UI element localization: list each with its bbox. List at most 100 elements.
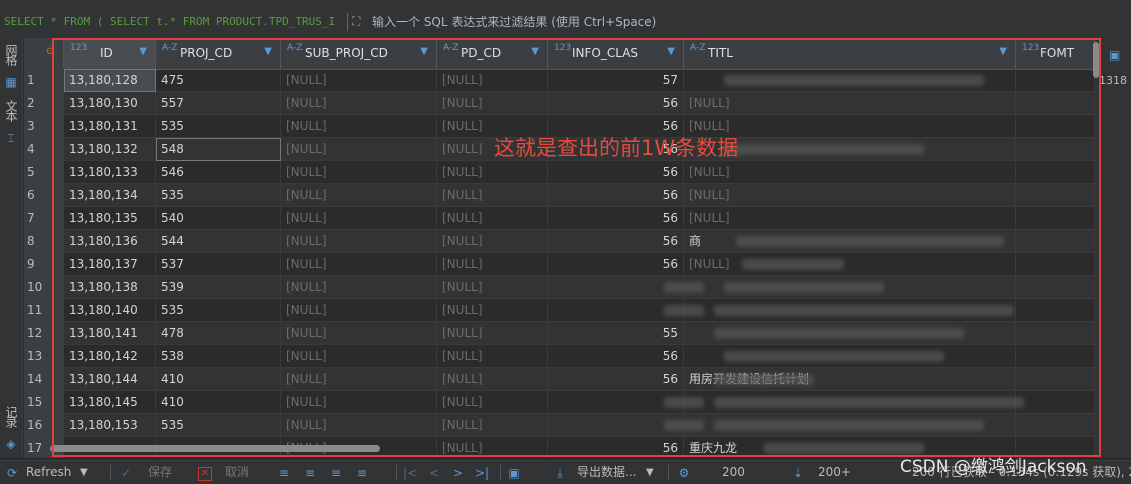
- cell-sub[interactable]: [NULL]: [281, 253, 437, 276]
- table-row[interactable]: 1413,180,144410[NULL][NULL]56用房开发建设信托计划: [24, 368, 1095, 391]
- cell-info[interactable]: 56: [548, 92, 684, 115]
- export-button[interactable]: 导出数据...: [577, 461, 636, 484]
- fetch-next-icon[interactable]: ⇣: [790, 465, 806, 481]
- first-page-icon[interactable]: |<: [402, 465, 418, 481]
- cell-proj[interactable]: 410: [156, 391, 281, 414]
- table-row[interactable]: 8 13,180,136 544 [NULL] [NULL] 56 商: [24, 230, 1095, 253]
- grid-icon[interactable]: ▦: [3, 74, 19, 90]
- copy-row-icon[interactable]: ≡: [328, 465, 344, 481]
- sort-icon[interactable]: ▼: [667, 46, 675, 57]
- add-row-icon[interactable]: ≡: [302, 465, 318, 481]
- cell-id[interactable]: 13,180,145: [64, 391, 156, 414]
- cell-sub[interactable]: [NULL]: [281, 368, 437, 391]
- table-row[interactable]: 13 13,180,142 538 [NULL] [NULL] 56: [24, 345, 1095, 368]
- cell-fomt[interactable]: [1016, 414, 1095, 437]
- cell-sub[interactable]: [NULL]: [281, 345, 437, 368]
- cell-sub[interactable]: [NULL]: [281, 299, 437, 322]
- cell-fomt[interactable]: [1016, 253, 1095, 276]
- cell-pd[interactable]: [NULL]: [437, 92, 548, 115]
- tab-grid[interactable]: 网格: [2, 44, 20, 64]
- cell-id[interactable]: 13,180,128: [64, 69, 156, 92]
- filter-expand-icon[interactable]: ⛶: [352, 13, 368, 29]
- cell-titl[interactable]: [NULL]: [684, 207, 1016, 230]
- cell-fomt[interactable]: [1016, 207, 1095, 230]
- cell-pd[interactable]: [NULL]: [437, 184, 548, 207]
- record-icon[interactable]: ◈: [3, 436, 19, 452]
- delete-row-icon[interactable]: ≡: [354, 465, 370, 481]
- cell-pd[interactable]: [NULL]: [437, 345, 548, 368]
- column-header-fomt[interactable]: 123 FOMT: [1016, 38, 1095, 69]
- sql-query-field[interactable]: SELECT * FROM ( SELECT t.* FROM PRODUCT.…: [4, 12, 344, 32]
- cell-proj[interactable]: 535: [156, 299, 281, 322]
- cell-id[interactable]: 13,180,137: [64, 253, 156, 276]
- sort-icon[interactable]: ▼: [264, 46, 272, 57]
- last-page-icon[interactable]: >|: [474, 465, 490, 481]
- table-row[interactable]: 6 13,180,134 535 [NULL] [NULL] 56 [NULL]: [24, 184, 1095, 207]
- cell-proj[interactable]: 538: [156, 345, 281, 368]
- tab-text[interactable]: 文本: [2, 100, 20, 120]
- cell-pd[interactable]: [NULL]: [437, 161, 548, 184]
- column-header-sub-proj-cd[interactable]: A-Z SUB_PROJ_CD ▼: [281, 38, 437, 69]
- settings-icon[interactable]: ⚙: [676, 465, 692, 481]
- cell-pd[interactable]: [NULL]: [437, 414, 548, 437]
- cell-proj[interactable]: 535: [156, 115, 281, 138]
- cell-proj[interactable]: 548: [156, 138, 281, 161]
- cell-titl[interactable]: [NULL]: [684, 161, 1016, 184]
- row-number[interactable]: 1: [24, 69, 64, 92]
- cell-id[interactable]: 13,180,135: [64, 207, 156, 230]
- cell-id[interactable]: 13,180,153: [64, 414, 156, 437]
- sort-icon[interactable]: ▼: [420, 46, 428, 57]
- cell-id[interactable]: 13,180,140: [64, 299, 156, 322]
- cell-info[interactable]: 56: [548, 437, 684, 458]
- cell-id[interactable]: 13,180,141: [64, 322, 156, 345]
- column-header-info-clas[interactable]: 123 INFO_CLAS ▼: [548, 38, 684, 69]
- table-row[interactable]: 12 13,180,141 478 [NULL] [NULL] 55: [24, 322, 1095, 345]
- cell-proj[interactable]: 544: [156, 230, 281, 253]
- sort-icon[interactable]: ▼: [139, 46, 147, 57]
- cancel-button[interactable]: 取消: [225, 461, 249, 484]
- cell-sub[interactable]: [NULL]: [281, 184, 437, 207]
- cell-pd[interactable]: [NULL]: [437, 230, 548, 253]
- column-header-id[interactable]: 123 ID ▼: [64, 38, 156, 69]
- cell-fomt[interactable]: [1016, 184, 1095, 207]
- filter-input[interactable]: 输入一个 SQL 表达式来过滤结果 (使用 Ctrl+Space): [372, 12, 656, 32]
- cell-fomt[interactable]: [1016, 115, 1095, 138]
- cell-info[interactable]: 56: [548, 161, 684, 184]
- cell-proj[interactable]: 535: [156, 414, 281, 437]
- table-row[interactable]: 2 13,180,130 557 [NULL] [NULL] 56 [NULL]: [24, 92, 1095, 115]
- fetch-size-field[interactable]: 200: [722, 461, 745, 484]
- row-number[interactable]: 3: [24, 115, 64, 138]
- table-row[interactable]: 7 13,180,135 540 [NULL] [NULL] 56 [NULL]: [24, 207, 1095, 230]
- column-header-proj-cd[interactable]: A-Z PROJ_CD ▼: [156, 38, 281, 69]
- cell-id[interactable]: 13,180,142: [64, 345, 156, 368]
- table-row[interactable]: 9 13,180,137 537 [NULL] [NULL] 56 [NULL]: [24, 253, 1095, 276]
- cell-pd[interactable]: [NULL]: [437, 253, 548, 276]
- cell-proj[interactable]: 475: [156, 69, 281, 92]
- row-number[interactable]: 15: [24, 391, 64, 414]
- cell-id[interactable]: 13,180,138: [64, 276, 156, 299]
- row-number[interactable]: 7: [24, 207, 64, 230]
- cell-pd[interactable]: [NULL]: [437, 207, 548, 230]
- cell-sub[interactable]: [NULL]: [281, 322, 437, 345]
- cell-id[interactable]: 13,180,131: [64, 115, 156, 138]
- cell-sub[interactable]: [NULL]: [281, 161, 437, 184]
- row-number[interactable]: 13: [24, 345, 64, 368]
- vertical-scrollbar[interactable]: [1093, 42, 1099, 78]
- lock-icon[interactable]: ▣: [506, 465, 522, 481]
- cell-fomt[interactable]: [1016, 368, 1095, 391]
- cell-titl[interactable]: [NULL]: [684, 92, 1016, 115]
- row-number[interactable]: 14: [24, 368, 64, 391]
- cell-fomt[interactable]: [1016, 138, 1095, 161]
- cell-sub[interactable]: [NULL]: [281, 414, 437, 437]
- cell-proj[interactable]: 537: [156, 253, 281, 276]
- table-row[interactable]: 1 13,180,128 475 [NULL] [NULL] 57: [24, 69, 1095, 92]
- export-dropdown-icon[interactable]: ▼: [646, 461, 654, 484]
- save-button[interactable]: 保存: [148, 461, 172, 484]
- cell-proj[interactable]: 410: [156, 368, 281, 391]
- row-number[interactable]: 11: [24, 299, 64, 322]
- table-row[interactable]: 16 13,180,153 535 [NULL] [NULL]: [24, 414, 1095, 437]
- cell-fomt[interactable]: [1016, 322, 1095, 345]
- cell-pd[interactable]: [NULL]: [437, 276, 548, 299]
- cell-pd[interactable]: [NULL]: [437, 391, 548, 414]
- cell-pd[interactable]: [NULL]: [437, 69, 548, 92]
